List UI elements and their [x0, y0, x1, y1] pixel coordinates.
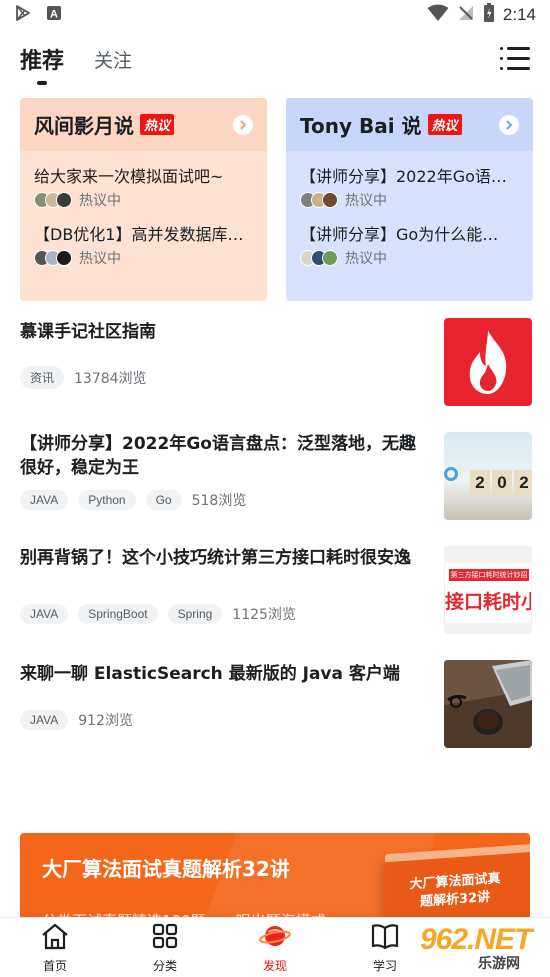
thumb-small-text: 第三方接口耗时统计妙招	[449, 569, 529, 581]
hot-status: 热议中	[345, 251, 387, 267]
watermark-number: 962.NET	[420, 923, 532, 956]
article-tag[interactable]: SpringBoot	[78, 604, 158, 624]
no-signal-icon	[457, 4, 475, 26]
thumb-big-text: 接口耗时小	[445, 591, 532, 613]
article-title: 别再背锅了！这个小技巧统计第三方接口耗时很安逸	[20, 548, 411, 568]
home-icon	[40, 922, 70, 954]
article-item[interactable]: 来聊一聊 ElasticSearch 最新版的 Java 客户端 JAVA 91…	[20, 660, 532, 750]
laptop-coffee-thumbnail	[444, 660, 532, 748]
watermark-text: 乐游网	[478, 956, 520, 972]
book-icon	[370, 922, 400, 954]
top-tabs: 推荐 关注	[0, 36, 550, 85]
interface-time-thumbnail: 第三方接口耗时统计妙招 接口耗时小	[444, 546, 532, 634]
flame-logo-thumbnail	[444, 318, 532, 406]
hot-item-title: 【讲师分享】Go为什么能…	[300, 225, 499, 243]
hot-item[interactable]: 【讲师分享】2022年Go语… 热议中	[286, 163, 533, 209]
hot-status: 热议中	[345, 193, 387, 209]
watermark-logo: 962.NET 乐游网	[408, 923, 544, 973]
hot-card-header[interactable]: Tony Bai 说 热议	[286, 98, 533, 151]
grid-icon	[151, 922, 179, 954]
hot-item-title: 【DB优化1】高并发数据库…	[34, 225, 244, 243]
tab-follow[interactable]: 关注	[94, 46, 132, 73]
year-block-digit: 2	[514, 470, 532, 496]
hot-item-title: 给大家来一次模拟面试吧~	[34, 167, 224, 185]
article-tag[interactable]: Go	[145, 490, 182, 510]
svg-text:A: A	[50, 9, 58, 21]
hot-badge: 热议	[140, 114, 175, 135]
article-views: 1125浏览	[232, 607, 296, 623]
wifi-icon	[427, 4, 449, 26]
article-views: 13784浏览	[74, 370, 147, 387]
article-tag[interactable]: JAVA	[20, 710, 69, 730]
hot-item[interactable]: 给大家来一次模拟面试吧~ 热议中	[20, 163, 267, 209]
hot-card-title: Tony Bai 说	[300, 114, 422, 138]
avatar-group	[300, 192, 338, 208]
article-title: 来聊一聊 ElasticSearch 最新版的 Java 客户端	[20, 664, 400, 684]
book-cover-image: 大厂算法面试真题解析32讲	[385, 843, 530, 923]
planet-icon	[259, 922, 291, 954]
laptop-coffee-image	[444, 660, 532, 748]
article-title: 慕课手记社区指南	[20, 322, 156, 342]
avatar-group	[34, 250, 72, 266]
font-a-icon: A	[46, 5, 62, 25]
article-views: 518浏览	[191, 493, 247, 509]
article-item[interactable]: 别再背锅了！这个小技巧统计第三方接口耗时很安逸 JAVA SpringBoot …	[20, 546, 532, 636]
active-tab-indicator	[37, 81, 47, 85]
article-tag[interactable]: 资讯	[20, 366, 65, 389]
nav-home[interactable]: 首页	[0, 918, 110, 977]
hot-badge: 热议	[427, 114, 462, 135]
nav-label: 发现	[262, 958, 287, 973]
avatar-group	[34, 192, 72, 208]
play-store-icon	[14, 4, 32, 26]
banner-title: 大厂算法面试真题解析32讲	[42, 857, 290, 881]
book-cover-title: 大厂算法面试真题解析32讲	[409, 871, 501, 910]
tab-recommend-label: 推荐	[20, 49, 65, 74]
hot-item-title: 【讲师分享】2022年Go语…	[300, 167, 507, 185]
avatar-group	[300, 250, 338, 266]
battery-icon	[483, 3, 495, 27]
chevron-right-icon[interactable]	[499, 114, 519, 135]
nav-label: 首页	[42, 958, 67, 973]
year-block-digit: 0	[492, 470, 512, 496]
article-tag[interactable]: JAVA	[20, 490, 69, 510]
flame-logo-icon	[469, 330, 507, 394]
hot-status: 热议中	[79, 251, 121, 267]
year-block-digit: 2	[470, 470, 490, 496]
article-tag[interactable]: JAVA	[20, 604, 69, 624]
hot-item[interactable]: 【讲师分享】Go为什么能… 热议中	[286, 221, 533, 267]
nav-label: 分类	[152, 958, 177, 973]
promo-banner[interactable]: 大厂算法面试真题解析32讲 分类面试真题精选100题，一眼出题海模式 大厂算法面…	[20, 833, 530, 923]
article-views: 912浏览	[78, 713, 133, 729]
status-bar: A 2:14	[0, 0, 550, 30]
nav-label: 学习	[372, 958, 397, 973]
nav-discover[interactable]: 发现	[220, 918, 330, 977]
article-item[interactable]: 慕课手记社区指南 资讯 13784浏览	[20, 318, 532, 408]
chevron-right-icon[interactable]	[233, 114, 253, 135]
hot-card-header[interactable]: 风间影月说 热议	[20, 98, 267, 151]
hot-status: 热议中	[79, 193, 121, 209]
article-item[interactable]: 【讲师分享】2022年Go语言盘点：泛型落地，无趣很好，稳定为王 JAVA Py…	[20, 432, 532, 522]
hot-topic-card-fengjian[interactable]: 风间影月说 热议 给大家来一次模拟面试吧~ 热议中 【DB优化1】高并发数据库……	[20, 98, 267, 301]
article-tag[interactable]: Spring	[167, 604, 223, 624]
article-title: 【讲师分享】2022年Go语言盘点：泛型落地，无趣很好，稳定为王	[20, 434, 416, 478]
hot-item[interactable]: 【DB优化1】高并发数据库… 热议中	[20, 221, 267, 267]
bottom-nav: 首页 分类 发现 学习 962.NET 乐游网	[0, 917, 550, 977]
list-menu-icon[interactable]	[500, 47, 530, 71]
hot-topic-card-tonybai[interactable]: Tony Bai 说 热议 【讲师分享】2022年Go语… 热议中 【讲师分享】…	[286, 98, 533, 301]
tab-recommend[interactable]: 推荐	[20, 43, 65, 85]
hot-card-title: 风间影月说	[34, 114, 134, 138]
nav-category[interactable]: 分类	[110, 918, 220, 977]
status-time: 2:14	[502, 5, 536, 24]
article-tag[interactable]: Python	[78, 490, 136, 510]
tab-follow-label: 关注	[94, 49, 133, 72]
year-2022-thumbnail: 2 0 2	[444, 432, 532, 520]
